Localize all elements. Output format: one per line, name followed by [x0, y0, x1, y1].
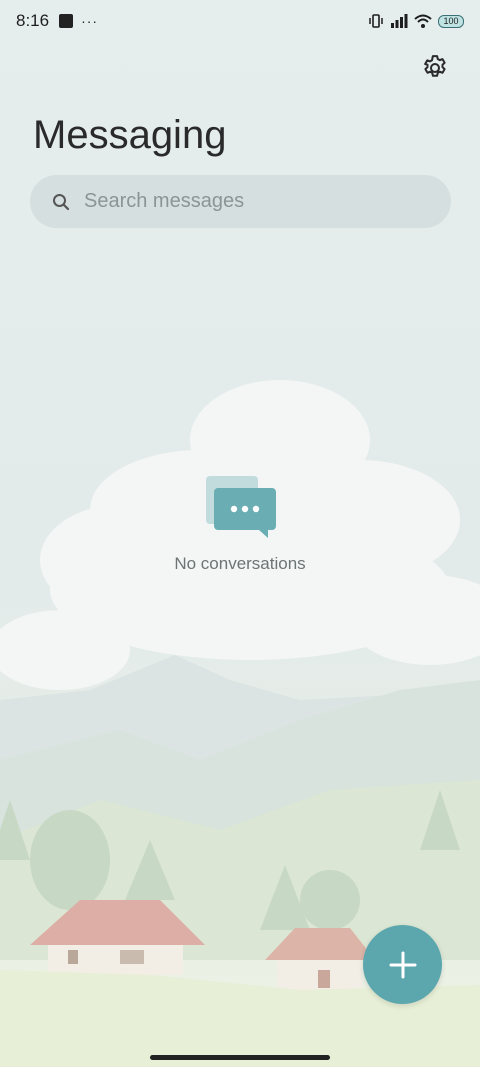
settings-button[interactable] — [420, 53, 450, 83]
wifi-icon — [414, 14, 432, 28]
status-bar: 8:16 ··· 100 — [0, 0, 480, 42]
signal-icon — [391, 14, 408, 28]
vibrate-icon — [369, 14, 383, 28]
home-indicator[interactable] — [150, 1055, 330, 1060]
new-conversation-button[interactable] — [363, 925, 442, 1004]
empty-state-label: No conversations — [174, 554, 306, 573]
status-icons: 100 — [368, 14, 464, 28]
status-time: 8:16 — [16, 11, 50, 30]
page-title: Messaging — [33, 113, 227, 157]
gear-icon — [424, 55, 446, 77]
plus-icon — [389, 951, 416, 978]
empty-state: No conversations — [0, 476, 480, 574]
search-input[interactable]: Search messages — [84, 190, 244, 213]
search-icon — [53, 193, 70, 210]
more-notifications-icon: ··· — [81, 13, 99, 29]
chat-bubbles-icon — [206, 476, 276, 538]
search-bar[interactable]: Search messages — [30, 175, 451, 228]
notification-app-icon — [59, 14, 74, 28]
battery-icon: 100 — [438, 14, 464, 28]
